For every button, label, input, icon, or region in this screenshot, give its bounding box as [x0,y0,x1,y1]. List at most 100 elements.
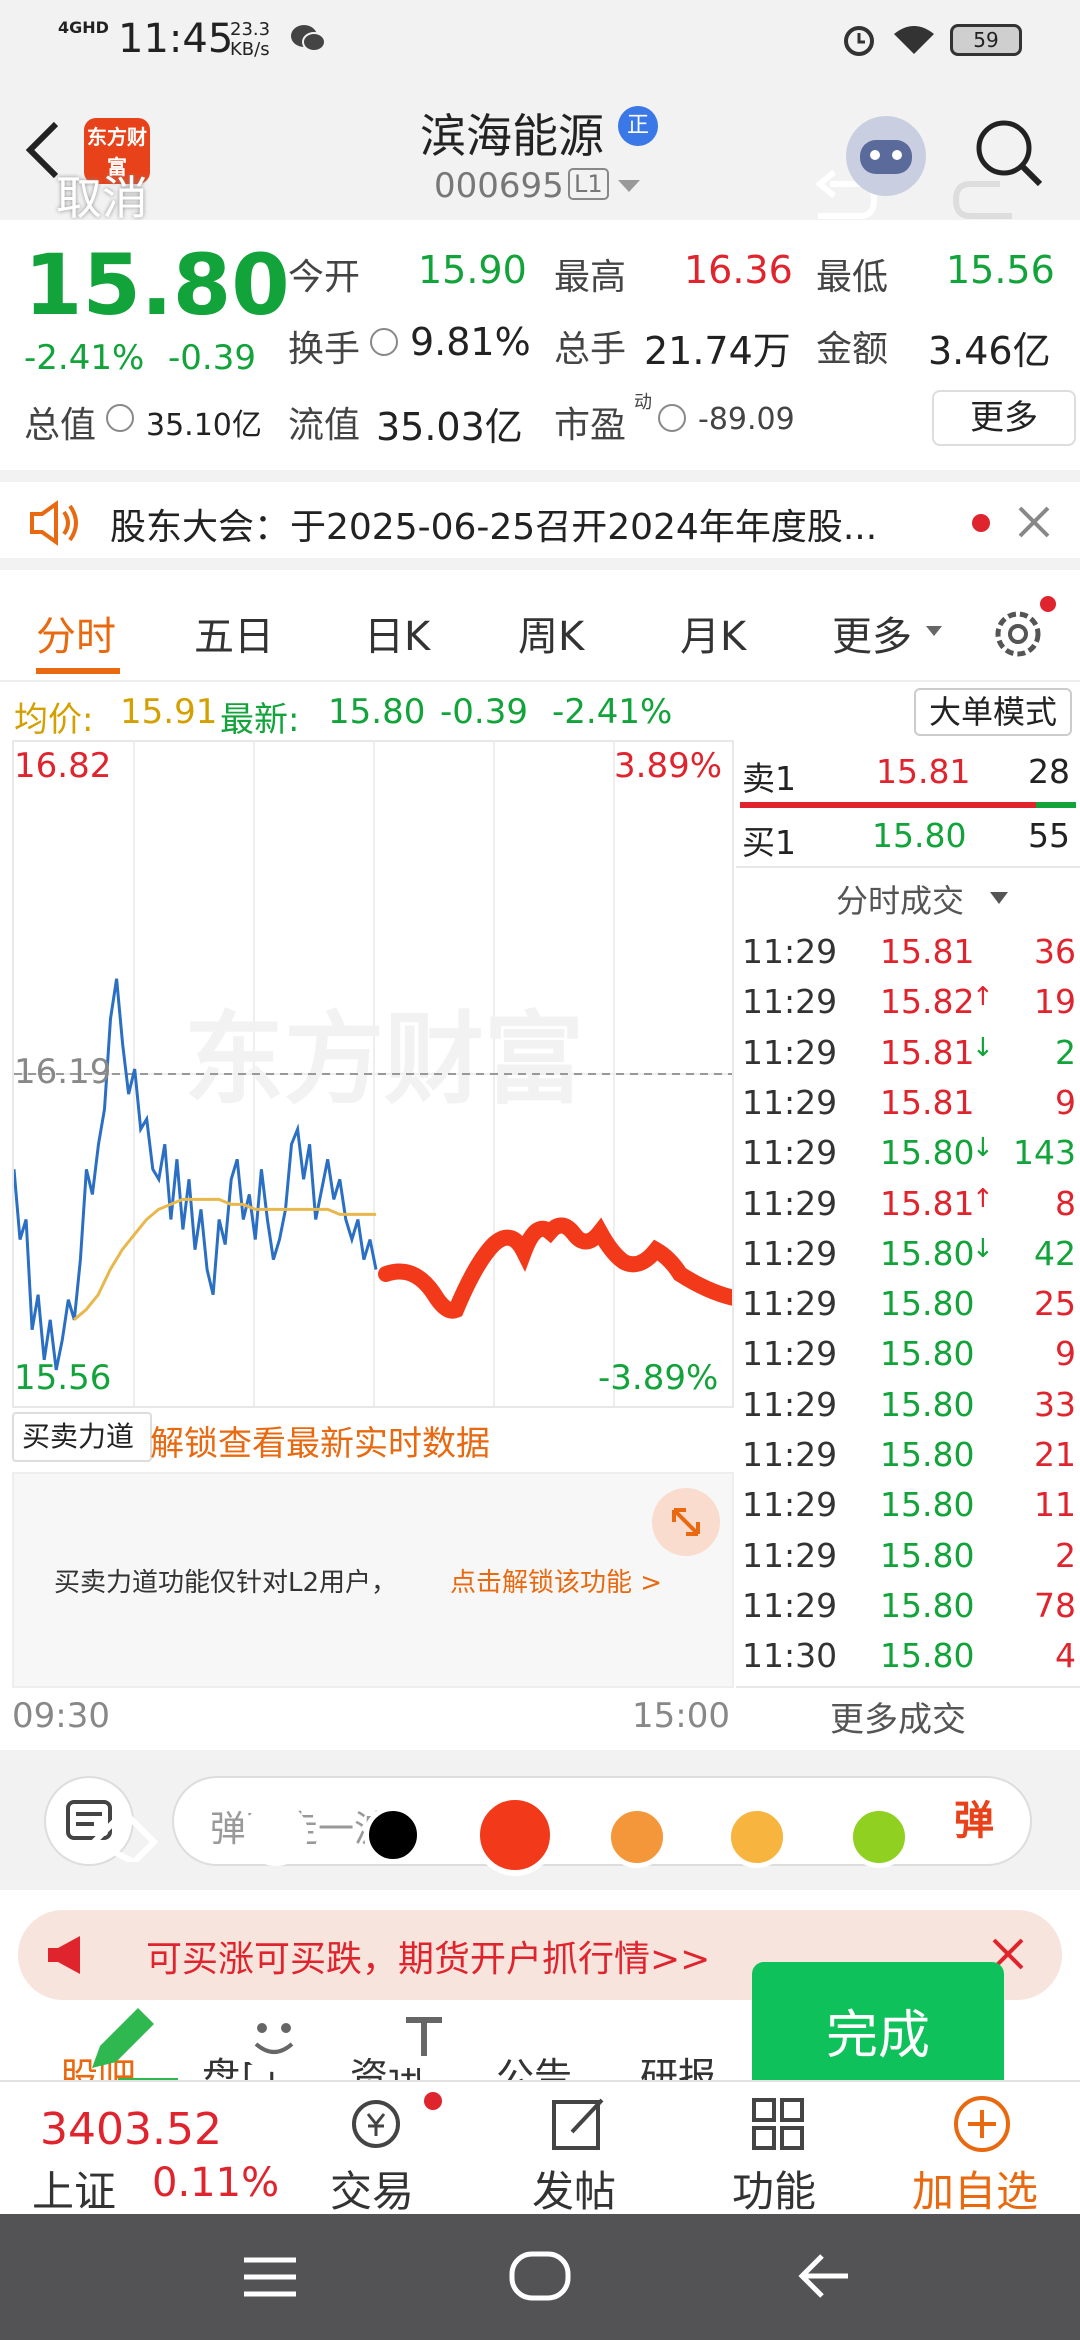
expand-icon[interactable] [652,1488,720,1556]
status-time: 11:45 [118,16,234,62]
more-button[interactable]: 更多 [932,390,1076,446]
search-icon[interactable] [972,116,1046,190]
pct-top-label: 3.89% [614,746,723,786]
trade-price: 15.80 [880,1384,975,1424]
post-button[interactable]: 发帖 [532,2158,616,2219]
bullet-comment-toggle-icon[interactable]: 弹 [954,1788,994,1846]
trade-time: 11:29 [742,932,838,971]
float-cap-value: 35.03亿 [376,405,523,449]
sell-row: 卖1 15.81 28 [736,752,1080,802]
info-icon[interactable] [658,404,686,432]
unlock-feature-link[interactable]: 点击解锁该功能 > [450,1562,662,1599]
color-green-swatch[interactable] [848,1806,910,1868]
trade-volume: 21 [1034,1435,1076,1474]
turnover-value: 9.81% [410,320,531,364]
market-cap-label: 总值 [24,405,97,446]
info-icon[interactable] [370,328,398,356]
comment-bar: 弹幕走一波 弹 [0,1750,1080,1890]
pe-value: -89.09 [698,402,795,437]
eraser-icon[interactable] [84,1802,164,1862]
chevron-down-icon[interactable] [988,890,1010,906]
trade-arrow: ↑ [972,1183,994,1214]
divider [736,1686,1080,1688]
y-top-label: 16.82 [14,746,112,786]
text-tool-icon[interactable] [388,2002,462,2072]
open-label: 今开 [288,257,361,298]
notice-text: 股东大会：于2025-06-25召开2024年年度股... [110,507,878,548]
home-icon[interactable] [508,2250,572,2302]
force-dropdown[interactable]: 买卖力道 ▾ [12,1412,152,1497]
emoji-tool-icon[interactable] [234,1996,314,2076]
watermark: 东方财富 [184,1004,584,1116]
tab-week-k[interactable]: 周K [518,604,584,662]
trade-row: 11:29 15.80 ↓ 143 [736,1133,1080,1183]
trade-price: 15.80 [880,1435,975,1474]
trade-row: 11:29 15.80 11 [736,1485,1080,1535]
info-icon[interactable] [106,404,134,432]
trade-volume: 11 [1034,1485,1076,1525]
trade-dot [424,2092,442,2110]
wechat-icon [291,25,326,52]
color-orange-swatch[interactable] [606,1806,668,1868]
trade-volume: 42 [1034,1233,1076,1273]
intraday-chart-svg: 东方财富 [14,742,732,1406]
ref-line-label: 16.19 [14,1052,112,1092]
back-nav-icon[interactable] [796,2250,856,2302]
chevron-down-icon[interactable] [924,624,944,640]
pencil-tool-icon[interactable] [82,2000,162,2080]
divider [736,866,1080,868]
yen-icon [352,2100,400,2148]
price-info-line: 均价: 15.91 最新: 15.80 -0.39 -2.41% 大单模式 [0,684,1080,740]
color-red-swatch[interactable] [474,1794,556,1876]
trade-time: 11:29 [742,1183,838,1223]
trade-price: 15.81 [880,932,975,971]
tab-more[interactable]: 更多 [832,604,912,662]
trade-time: 11:29 [742,982,838,1022]
color-black-swatch[interactable] [364,1806,422,1864]
unlock-realtime-link[interactable]: 解锁查看最新实时数据 [150,1416,490,1465]
trade-time: 11:29 [742,1535,838,1575]
x-end-label: 15:00 [632,1696,730,1736]
current-price: 15.80 [24,236,290,334]
index-value[interactable]: 3403.52 [40,2104,222,2155]
gear-icon[interactable] [990,602,1050,662]
tab-month-k[interactable]: 月K [680,604,746,662]
intraday-chart[interactable]: 东方财富 16.82 3.89% 16.19 15.56 -3.89% [12,740,734,1408]
tab-day-k[interactable]: 日K [364,604,430,662]
trade-row: 11:30 15.80 4 [736,1636,1080,1686]
robot-avatar[interactable] [846,116,926,196]
add-watchlist-button[interactable]: 加自选 [912,2158,1038,2219]
trade-row: 11:29 15.80 21 [736,1435,1080,1485]
function-button[interactable]: 功能 [732,2158,816,2219]
trade-price: 15.80 [880,1233,975,1273]
tab-intraday[interactable]: 分时 [36,604,116,662]
trade-time: 11:29 [742,1585,838,1625]
trades-title[interactable]: 分时成交 [836,876,964,922]
big-order-mode-button[interactable]: 大单模式 [914,688,1072,736]
cancel-button[interactable]: 取消 [56,162,148,228]
chevron-down-icon[interactable] [616,176,642,196]
avg-label: 均价: [14,700,94,740]
color-yellow-swatch[interactable] [726,1806,788,1868]
menu-icon[interactable] [240,2254,300,2300]
trade-price: 15.81 [880,1032,975,1072]
color-white-swatch[interactable] [244,1802,308,1866]
low-value: 15.56 [946,248,1055,292]
alarm-icon [844,26,874,56]
index-change[interactable]: 0.11% [152,2160,279,2206]
trade-price: 15.80 [880,1535,975,1575]
average-price-line [73,1197,376,1321]
trade-button[interactable]: 交易 [330,2158,414,2219]
close-icon[interactable] [1016,504,1052,540]
locked-panel-text: 买卖力道功能仅针对L2用户， [54,1568,398,1598]
trade-price: 15.81 [880,1183,975,1223]
tab-five-day[interactable]: 五日 [194,604,274,662]
buy-strength-bar [1036,802,1076,808]
stock-code[interactable]: 000695 [434,166,564,206]
crop-tool-icon[interactable] [544,1994,624,2076]
more-trades-button[interactable]: 更多成交 [830,1692,966,1741]
notice-bar[interactable]: 股东大会：于2025-06-25召开2024年年度股... [0,470,1080,570]
quote-panel: 15.80 -2.41% -0.39 今开 15.90 最高 16.36 最低 … [0,220,1080,460]
amount-label: 金额 [816,329,889,370]
index-name[interactable]: 上证 [32,2158,116,2219]
